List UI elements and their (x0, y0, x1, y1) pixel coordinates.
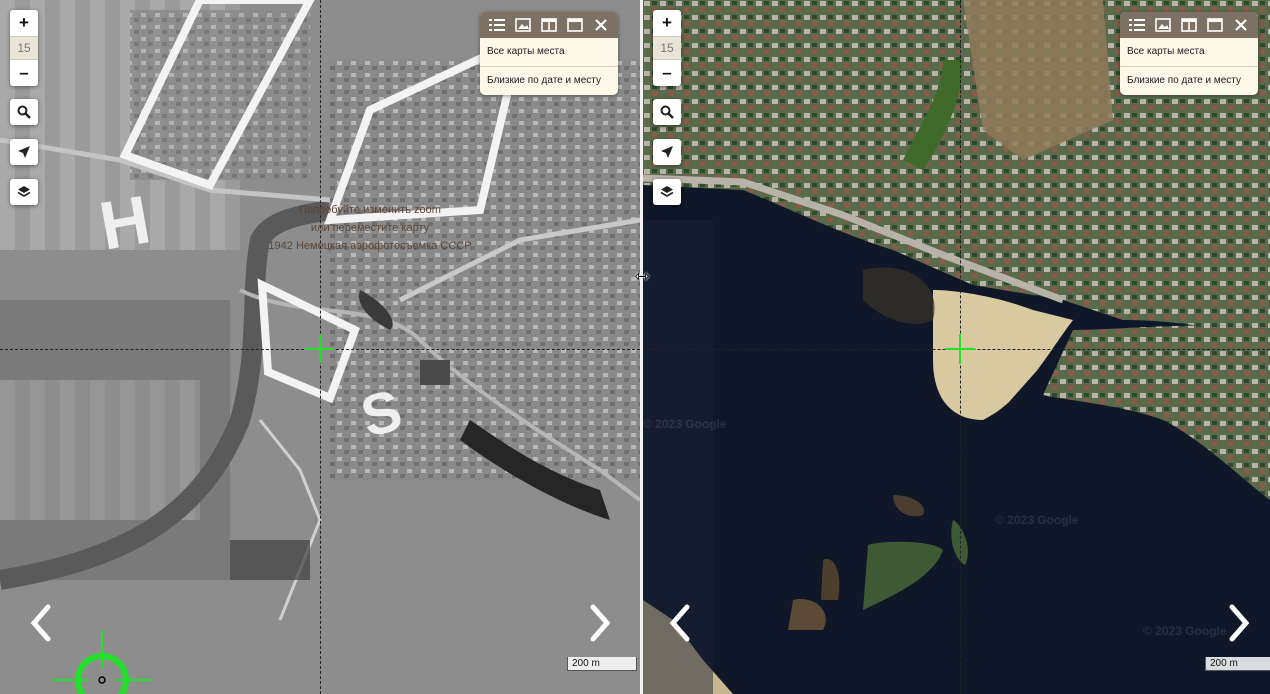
left-map-pane[interactable]: H S Попробуйте изменить zoom или перемес… (0, 0, 640, 694)
image-button[interactable] (1153, 15, 1173, 35)
zoom-in-button[interactable]: + (10, 10, 38, 36)
zoom-out-button[interactable]: – (653, 60, 681, 86)
zoom-control: + 15 – (10, 10, 38, 86)
zoom-level: 15 (10, 36, 38, 60)
locate-icon (18, 146, 30, 158)
list-button[interactable] (487, 15, 507, 35)
image-button[interactable] (513, 15, 533, 35)
close-button[interactable] (1231, 15, 1251, 35)
hint-line: Попробуйте изменить zoom (299, 204, 441, 216)
imagery-watermark: © 2023 Google (1143, 624, 1227, 638)
imagery-watermark: © 2023 Google (995, 513, 1079, 527)
list-icon (1129, 19, 1145, 31)
zoom-in-button[interactable]: + (653, 10, 681, 36)
panel-toolbar (1120, 12, 1258, 38)
zoom-out-button[interactable]: – (10, 60, 38, 86)
map-options-panel: Все карты места Близкие по дате и месту (480, 12, 618, 95)
split-view-icon (1181, 18, 1197, 32)
split-view-button[interactable] (1179, 15, 1199, 35)
next-arrow-icon[interactable] (1224, 603, 1254, 643)
window-button[interactable] (565, 15, 585, 35)
locate-button[interactable] (10, 139, 38, 165)
close-icon (595, 19, 607, 31)
hint-line: или переместите карту (310, 222, 430, 234)
image-icon (1155, 18, 1171, 32)
layers-button[interactable] (653, 179, 681, 205)
split-view-icon (541, 18, 557, 32)
right-map-pane[interactable]: © 2023 Google © 2023 Google © 2023 Googl… (643, 0, 1270, 694)
layers-icon (660, 186, 674, 197)
center-crosshair-icon (306, 335, 334, 363)
scale-bar: 200 m (1205, 657, 1270, 671)
search-button[interactable] (10, 99, 38, 125)
nearby-maps-link[interactable]: Близкие по дате и месту (480, 66, 618, 95)
locate-icon (661, 146, 673, 158)
zoom-level: 15 (653, 36, 681, 60)
zoom-control: + 15 – (653, 10, 681, 86)
zoom-hint: Попробуйте изменить zoom или переместите… (240, 201, 500, 255)
layers-icon (17, 186, 31, 197)
scale-bar: 200 m (567, 657, 637, 671)
nearby-maps-link[interactable]: Близкие по дате и месту (1120, 66, 1258, 95)
split-view-button[interactable] (539, 15, 559, 35)
prev-arrow-icon[interactable] (26, 603, 56, 643)
close-button[interactable] (591, 15, 611, 35)
map-options-panel: Все карты места Близкие по дате и месту (1120, 12, 1258, 95)
hint-line: 1942 Немецкая аэрофотосъемка СССР (268, 240, 472, 252)
center-crosshair-icon (945, 334, 975, 364)
prev-arrow-icon[interactable] (665, 603, 695, 643)
split-handle-icon[interactable]: ⇿ (622, 265, 662, 289)
window-button[interactable] (1205, 15, 1225, 35)
all-maps-link[interactable]: Все карты места (480, 38, 618, 66)
list-button[interactable] (1127, 15, 1147, 35)
locate-button[interactable] (653, 139, 681, 165)
search-button[interactable] (653, 99, 681, 125)
next-arrow-icon[interactable] (585, 603, 615, 643)
window-icon (567, 18, 583, 32)
imagery-watermark: © 2023 Google (643, 417, 727, 431)
all-maps-link[interactable]: Все карты места (1120, 38, 1258, 66)
search-icon (660, 105, 674, 119)
panel-toolbar (480, 12, 618, 38)
close-icon (1235, 19, 1247, 31)
list-icon (489, 19, 505, 31)
window-icon (1207, 18, 1223, 32)
user-location-marker-icon (52, 630, 152, 694)
search-icon (17, 105, 31, 119)
layers-button[interactable] (10, 179, 38, 205)
image-icon (515, 18, 531, 32)
